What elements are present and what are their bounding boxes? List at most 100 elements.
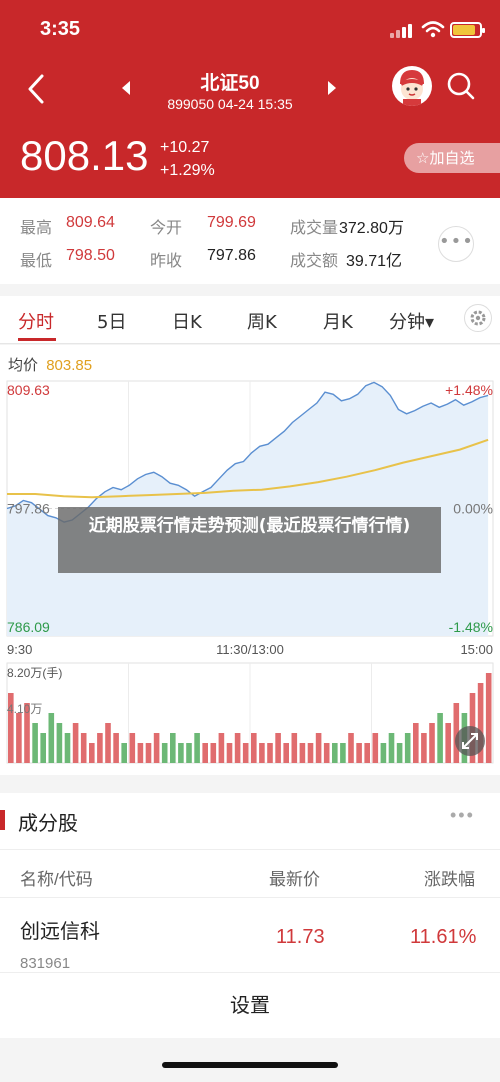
stock-change: 11.61% (410, 926, 477, 948)
col-change-pct[interactable]: 涨跌幅 (424, 865, 475, 890)
quote-header: 3:35 北证50 899050 04-24 15:35 808.13 +10.… (0, 0, 500, 198)
status-time: 3:35 (40, 18, 81, 40)
volume-bar (80, 733, 87, 763)
index-code-time: 899050 04-24 15:35 (167, 96, 293, 112)
volume-bar (194, 733, 200, 763)
volume-bar (364, 743, 370, 763)
volume-bar (121, 743, 127, 763)
tab-intraday[interactable]: 分时 (18, 308, 54, 334)
volume-bar (388, 733, 395, 763)
volume-bar (178, 743, 184, 763)
tab-daily-k[interactable]: 日K (172, 308, 202, 334)
search-icon[interactable] (446, 70, 476, 102)
volume-bar (340, 743, 346, 763)
volume-bar (332, 743, 338, 763)
page-title: 北证50 (200, 73, 260, 94)
ytick-low: 786.09 (7, 619, 50, 635)
volume-bar (97, 733, 103, 763)
stock-price: 11.73 (276, 926, 325, 948)
divider (0, 849, 500, 850)
gear-icon[interactable] (464, 304, 492, 332)
volume-bar (242, 743, 249, 763)
components-more-button[interactable]: ••• (450, 805, 475, 826)
open-label: 今开 (150, 220, 183, 237)
xtick-close: 15:00 (460, 642, 493, 657)
volume-bar (137, 743, 144, 763)
pct-high: +1.48% (445, 382, 493, 398)
volume-mid-label: 4.10万 (7, 702, 42, 716)
low-label: 最低 (20, 253, 53, 270)
volume-bar (348, 733, 354, 763)
volume-bar (356, 743, 362, 763)
volume-bar (170, 733, 176, 763)
more-stats-button[interactable]: ••• (438, 226, 474, 262)
volume-bar (283, 743, 289, 763)
fullscreen-icon[interactable] (455, 726, 485, 756)
status-bar: 3:35 (0, 0, 500, 60)
active-tab-indicator (18, 338, 56, 341)
change-percent: +1.29% (160, 162, 215, 179)
volume-bar (299, 743, 306, 763)
divider (0, 897, 500, 898)
volume-bar (113, 733, 119, 763)
price-change: +10.27 +1.29% (160, 136, 215, 182)
volume-bar (161, 743, 168, 763)
mascot-avatar-icon[interactable] (392, 66, 432, 106)
add-watchlist-button[interactable]: ☆加自选 (404, 143, 500, 173)
settings-button[interactable]: 设置 (0, 972, 500, 1038)
pct-low: -1.48% (449, 619, 493, 635)
volume-bar (380, 743, 387, 763)
volume-bar (267, 743, 273, 763)
tab-minute[interactable]: 分钟▾ (389, 308, 434, 334)
col-latest-price[interactable]: 最新价 (269, 865, 320, 890)
volume-bar (210, 743, 217, 763)
volume-bar (275, 733, 281, 763)
volume-bar (40, 733, 46, 763)
components-section: 成分股 ••• 名称/代码 最新价 涨跌幅 创远信科 831961 11.73 … (0, 793, 500, 978)
volume-bar (307, 743, 314, 763)
high-label: 最高 (20, 220, 53, 237)
amount-value: 39.71亿 (346, 253, 403, 270)
volume-bar (89, 743, 95, 763)
tab-5day[interactable]: 5日 (97, 308, 126, 334)
volume-bar (429, 723, 435, 763)
volume-bar (64, 733, 71, 763)
components-title: 成分股 (18, 813, 78, 835)
volume-label: 成交量 (290, 220, 339, 237)
volume-bar (56, 723, 63, 763)
volume-bar (218, 733, 225, 763)
back-arrow-icon[interactable] (22, 72, 52, 106)
quote-stats: 最高 809.64 今开 799.69 成交量 372.80万 最低 798.5… (0, 198, 500, 284)
volume-bar (153, 733, 160, 763)
col-name-code[interactable]: 名称/代码 (20, 865, 93, 890)
volume-value: 372.80万 (339, 220, 404, 237)
period-tabs: 分时 5日 日K 周K 月K 分钟▾ (0, 296, 500, 344)
volume-bar (32, 723, 38, 763)
last-price: 808.13 (20, 132, 149, 179)
volume-bar (485, 673, 492, 763)
ytick-prev-close: 797.86 (7, 501, 50, 517)
amount-label: 成交额 (290, 253, 339, 270)
volume-bar (202, 743, 208, 763)
next-index-icon[interactable] (326, 80, 338, 96)
prev-close-value: 797.86 (207, 247, 256, 264)
volume-bar (251, 733, 257, 763)
volume-bar (323, 743, 330, 763)
banner-overlay-text: 近期股票行情走势预测(最近股票行情行情) (58, 507, 441, 573)
volume-bar (129, 733, 136, 763)
volume-bar (48, 713, 55, 763)
avg-price-value: 803.85 (46, 357, 93, 374)
volume-bar (437, 713, 443, 763)
volume-bar (186, 743, 192, 763)
volume-bar (16, 713, 22, 763)
pct-zero: 0.00% (453, 501, 493, 517)
volume-bar (421, 733, 427, 763)
tab-monthly-k[interactable]: 月K (323, 308, 353, 334)
prev-index-icon[interactable] (120, 80, 132, 96)
tab-weekly-k[interactable]: 周K (247, 308, 277, 334)
ytick-high: 809.63 (7, 382, 50, 398)
volume-bar (105, 723, 111, 763)
volume-bar (226, 743, 233, 763)
battery-icon (450, 22, 485, 38)
volume-bar (145, 743, 152, 763)
